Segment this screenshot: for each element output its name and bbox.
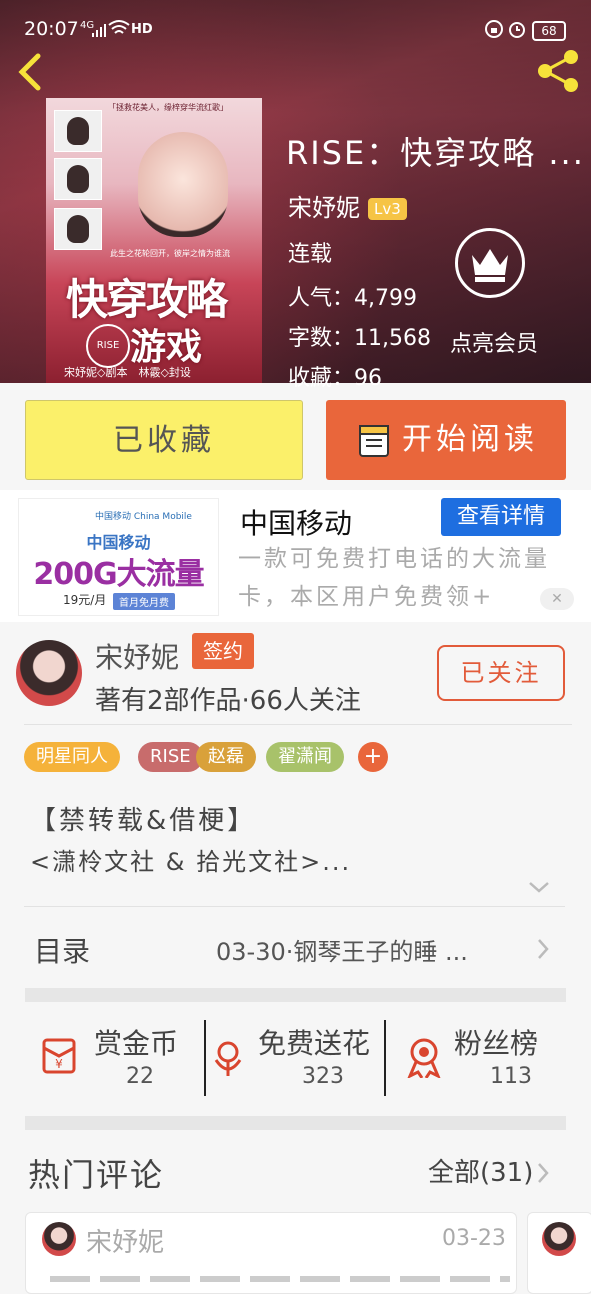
tag-add-button[interactable]: + [358,742,388,772]
ribbon-medal-icon [407,1038,441,1078]
hot-comments-title: 热门评论 [28,1156,165,1194]
coin-reward-count: 22 [126,1064,154,1089]
fan-ranking-count: 113 [490,1064,532,1089]
status-bar: 20:07 4G HD 68 [0,0,591,41]
red-envelope-icon: ¥ [42,1038,76,1074]
favorited-button[interactable]: 已收藏 [25,400,303,480]
book-author[interactable]: 宋妤妮 Lv3 [288,188,407,223]
author-name[interactable]: 宋妤妮 [95,636,179,676]
ad-close-button[interactable]: ✕ [540,588,574,610]
tag-item[interactable]: RISE [138,742,203,772]
cover-thumbnail [54,158,102,200]
ad-image-line2: 200G大流量 [33,557,204,592]
start-reading-label: 开始阅读 [402,422,538,457]
rotation-lock-icon [485,20,503,38]
author-avatar[interactable] [16,640,82,706]
toc-label[interactable]: 目录 [34,930,90,970]
favorite-count: 收藏：96 [288,366,382,391]
svg-text:¥: ¥ [55,1057,63,1071]
ad-detail-button[interactable]: 查看详情 [441,498,561,536]
hd-indicator: HD [131,22,153,37]
ad-image-promo: 首月免月费 [113,593,175,610]
chevron-down-icon[interactable] [528,880,550,894]
synopsis-line-2: <潇柃文社 & 拾光文社>... [30,848,352,876]
tag-item[interactable]: 翟潇闻 [266,742,344,772]
divider [24,906,565,907]
start-reading-button[interactable]: 开始阅读 [326,400,566,480]
serial-status: 连载 [288,242,333,267]
status-time: 20:07 [24,18,79,40]
commenter-name[interactable]: 宋妤妮 [86,1222,164,1259]
book-author-name[interactable]: 宋妤妮 [288,194,360,222]
divider [24,724,572,725]
all-comments-link[interactable]: 全部(31) [428,1152,533,1189]
tag-item[interactable]: 明星同人 [24,742,120,772]
cover-title-2: 游戏 [130,326,203,368]
wifi-icon [108,20,130,34]
commenter-avatar[interactable] [542,1222,576,1256]
free-flower[interactable]: 免费送花 323 [206,1020,384,1100]
popularity-count: 人气：4,799 [288,286,417,311]
commenter-avatar[interactable] [42,1222,76,1256]
section-separator [25,988,566,1002]
free-flower-label: 免费送花 [258,1027,371,1060]
cover-portrait [138,132,228,237]
cover-tagline: 「拯救花美人，缘梓穿华流红歌」 [108,103,228,112]
signed-badge: 签约 [192,633,254,669]
following-button[interactable]: 已关注 [437,645,565,701]
chevron-right-icon[interactable] [536,1162,550,1184]
section-separator [25,1116,566,1130]
vip-label[interactable]: 点亮会员 [450,326,538,358]
coin-reward-label: 赏金币 [94,1027,179,1060]
tag-item[interactable]: 赵磊 [196,742,256,772]
ad-logo: 中国移动 China Mobile [95,512,192,522]
author-stats: 著有2部作品·66人关注 [95,686,361,716]
signal-icon [92,24,106,37]
cover-thumbnail [54,110,102,152]
cover-thumbnail [54,208,102,250]
cover-seal: RISE [86,324,130,368]
word-count: 字数：11,568 [288,326,431,351]
book-cover[interactable]: 「拯救花美人，缘梓穿华流红歌」 此生之花轮回开，彼岸之情为谁流 快穿攻略 RIS… [46,98,262,383]
cover-credit: 宋妤妮◇剧本 林霰◇封设 [64,366,191,379]
cover-tagline-2: 此生之花轮回开，彼岸之情为谁流 [110,249,230,258]
synopsis-line-1: 【禁转载&借梗】 [30,806,257,836]
chevron-right-icon[interactable] [536,938,550,960]
alarm-icon [509,22,525,38]
divider [384,1020,386,1096]
book-title: RISE：快穿攻略 ... [286,134,585,172]
latest-chapter[interactable]: 03-30·钢琴王子的睡 ... [216,932,468,967]
ad-image-price: 19元/月 [63,593,107,607]
ad-title: 中国移动 [240,507,353,540]
battery-indicator: 68 [532,21,566,41]
vip-crown-icon[interactable] [455,228,525,298]
back-arrow-icon[interactable] [16,52,44,92]
author-level-badge: Lv3 [368,198,407,220]
fan-ranking[interactable]: 粉丝榜 113 [400,1020,560,1100]
ad-description: 一款可免费打电话的大流量卡，本区用户免费领+ [238,546,550,610]
book-icon [359,425,389,457]
flower-icon [214,1041,242,1076]
ad-image[interactable]: 中国移动 China Mobile 中国移动 200G大流量 19元/月 首月免… [18,498,219,616]
comment-date: 03-23 [442,1226,506,1251]
fan-ranking-label: 粉丝榜 [454,1027,539,1060]
free-flower-count: 323 [302,1064,344,1089]
share-icon[interactable] [535,48,581,94]
comment-text-preview [50,1276,510,1282]
coin-reward[interactable]: ¥ 赏金币 22 [36,1020,196,1100]
